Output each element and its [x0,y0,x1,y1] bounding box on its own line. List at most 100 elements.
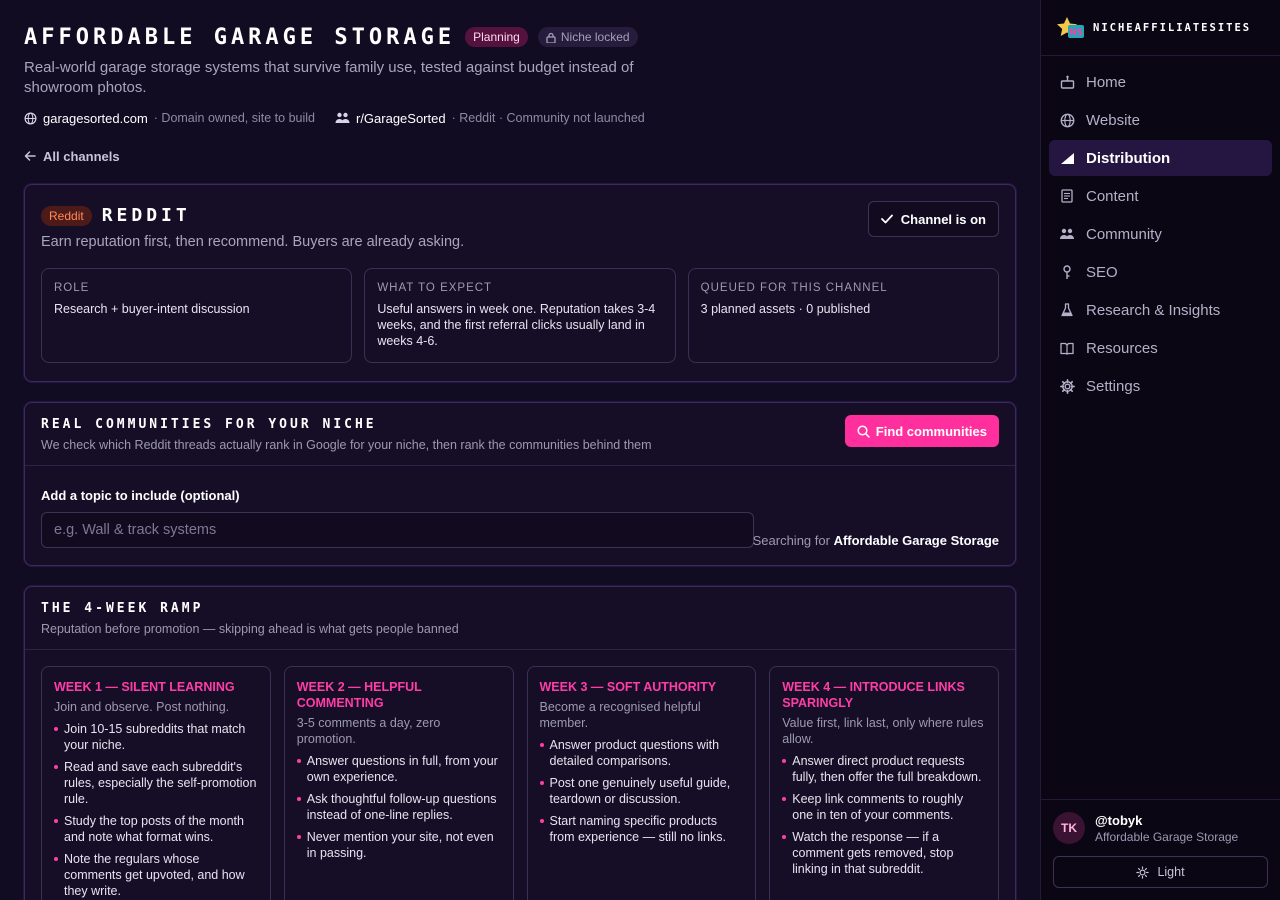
week-task-list: Answer direct product requests fully, th… [782,753,986,877]
home-icon [1059,74,1075,90]
sun-icon [1136,865,1150,879]
sidebar-item-home[interactable]: Home [1049,64,1272,100]
sidebar-item-label: Community [1086,225,1162,243]
week-title: Week 2 — Helpful commenting [296,680,422,710]
week-1-card: Week 1 — Silent learning Join and observ… [41,666,271,900]
week-2-card: Week 2 — Helpful commenting 3-5 comments… [283,666,514,900]
list-item: Post one genuinely useful guide, teardow… [539,775,744,807]
gear-icon [1059,378,1075,394]
week-3-card: Week 3 — Soft authority Become a recogni… [526,666,757,900]
community-link[interactable]: r/GarageSorted [356,111,446,126]
ramp-card-header: The 4-week ramp Reputation before promot… [25,587,1015,650]
globe-icon [1059,112,1075,128]
week-title: Week 3 — Soft authority [539,680,717,694]
list-item: Answer questions in full, from your own … [296,753,501,785]
brand-mark-text: NS [1069,28,1083,38]
niche-locked-label: Niche locked [560,30,630,44]
sidebar-item-content[interactable]: Content [1049,178,1272,214]
channel-toggle-label: Channel is on [900,211,986,227]
sidebar-item-label: Website [1086,111,1140,129]
meta-row: garagesorted.com · Domain owned, site to… [24,109,1016,127]
searching-value: Affordable Garage Storage [833,533,999,548]
topic-field-label: Add a topic to include (optional) [41,488,240,503]
book-icon [1059,340,1075,356]
searching-prefix: Searching for [752,533,830,548]
sidebar-item-resources[interactable]: Resources [1049,330,1272,366]
channel-toggle-button[interactable]: Channel is on [867,201,999,237]
info-value: 3 planned assets · 0 published [700,302,871,316]
week-task-list: Answer questions in full, from your own … [296,753,501,861]
page-title: Affordable Garage Storage [24,24,456,50]
status-badge: Planning [465,27,528,47]
list-item: Watch the response — if a comment gets r… [782,829,986,877]
list-item: Note the regulars whose comments get upv… [54,851,258,899]
back-link-label: All channels [43,148,120,164]
sidebar-item-settings[interactable]: Settings [1049,368,1272,404]
user-handle: @tobyk [1095,812,1143,828]
week-title: Week 4 — Introduce links sparingly [782,680,965,710]
sidebar-item-research[interactable]: Research & Insights [1049,292,1272,328]
domain-link[interactable]: garagesorted.com [43,111,148,126]
list-item: Study the top posts of the month and not… [54,813,258,845]
list-item: Answer product questions with detailed c… [539,737,744,769]
find-communities-button[interactable]: Find communities [844,415,999,447]
sidebar-item-label: Content [1086,187,1139,205]
document-icon [1059,188,1075,204]
people-icon [1059,226,1075,242]
check-icon [880,214,893,224]
week-task-list: Join 10-15 subreddits that match your ni… [54,721,258,899]
bar-chart-icon [1059,150,1075,166]
user-details: @tobyk Affordable Garage Storage [1095,813,1238,844]
week-subtitle: Join and observe. Post nothing. [54,700,230,714]
sidebar-item-distribution[interactable]: Distribution [1049,140,1272,176]
expectation-info-box: What to expect Useful answers in week on… [364,268,676,363]
theme-toggle-button[interactable]: Light [1053,856,1268,888]
globe-icon [24,112,37,124]
niche-locked-badge: Niche locked [537,27,638,47]
topic-input[interactable] [41,512,754,548]
list-item: Start naming specific products from expe… [539,813,744,845]
list-item: Answer direct product requests fully, th… [782,753,986,785]
avatar: TK [1053,812,1085,844]
sidebar-item-seo[interactable]: SEO [1049,254,1272,290]
sidebar: NS NicheAffiliateSites Home Website Dist… [1040,0,1280,900]
reddit-card-title: Reddit [101,205,191,226]
week-subtitle: 3-5 comments a day, zero promotion. [296,716,441,746]
week-task-list: Answer product questions with detailed c… [539,737,744,845]
searching-for-text: Searching for Affordable Garage Storage [753,533,999,548]
brand-name: NicheAffiliateSites [1093,21,1252,34]
find-communities-label: Find communities [875,423,987,439]
sidebar-item-label: SEO [1086,263,1118,281]
list-item: Ask thoughtful follow-up questions inste… [296,791,501,823]
communities-card-header: Real communities for your niche We check… [25,403,1015,466]
ramp-card: The 4-week ramp Reputation before promot… [24,586,1016,900]
info-value: Useful answers in week one. Reputation t… [377,302,656,348]
sidebar-item-community[interactable]: Community [1049,216,1272,252]
info-label: Queued for this channel [700,282,888,294]
info-value: Research + buyer-intent discussion [54,302,250,316]
list-item: Join 10-15 subreddits that match your ni… [54,721,258,753]
list-item: Never mention your site, not even in pas… [296,829,501,861]
community-info: r/GarageSorted · Reddit · Community not … [335,111,645,126]
ramp-card-title: The 4-week ramp [41,601,204,616]
title-row: Affordable Garage Storage Planning Niche… [24,24,1016,50]
community-status: · Reddit · Community not launched [451,111,645,125]
reddit-channel-card: Reddit Reddit Earn reputation first, the… [24,184,1016,382]
theme-toggle-label: Light [1157,865,1185,879]
user-profile[interactable]: TK @tobyk Affordable Garage Storage [1053,812,1268,844]
sidebar-item-label: Resources [1086,339,1158,357]
queued-info-box: Queued for this channel 3 planned assets… [687,268,999,363]
week-subtitle: Value first, link last, only where rules… [782,716,984,746]
ramp-card-subtitle: Reputation before promotion — skipping a… [41,622,459,636]
search-icon [857,424,870,438]
arrow-left-icon [24,151,36,161]
communities-card: Real communities for your niche We check… [24,402,1016,566]
user-area: TK @tobyk Affordable Garage Storage Ligh… [1041,799,1280,900]
sidebar-item-website[interactable]: Website [1049,102,1272,138]
brand-header[interactable]: NS NicheAffiliateSites [1041,0,1280,56]
week-subtitle: Become a recognised helpful member. [539,700,701,730]
back-to-channels-link[interactable]: All channels [24,148,1016,164]
user-site: Affordable Garage Storage [1095,829,1239,844]
list-item: Keep link comments to roughly one in ten… [782,791,986,823]
lock-icon [546,32,556,43]
